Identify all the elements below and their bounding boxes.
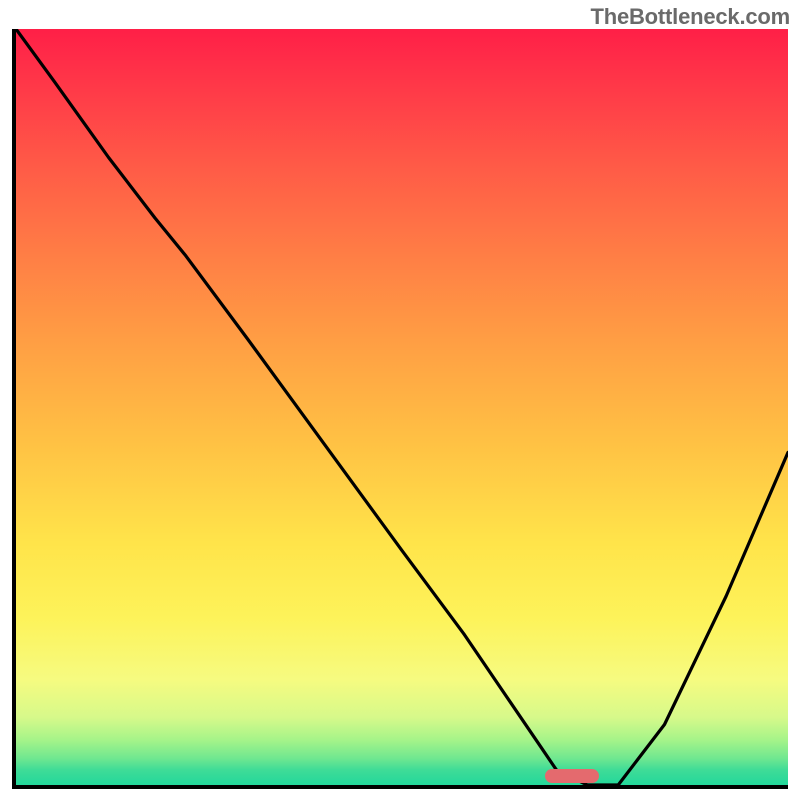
chart-container: TheBottleneck.com [0,0,800,800]
watermark-label: TheBottleneck.com [590,4,790,30]
plot-area [16,29,788,785]
optimal-point-marker [545,769,599,783]
bottleneck-curve [16,29,788,785]
